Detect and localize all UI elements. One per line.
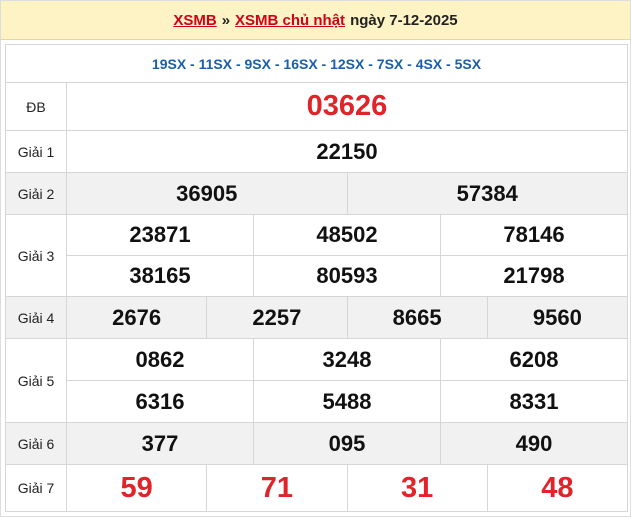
- prize-row-g2: Giải 2 36905 57384: [5, 172, 628, 215]
- prize-number: 0862: [66, 338, 254, 381]
- prize-row-g5-a: Giải 5 0862 3248 6208: [5, 338, 628, 423]
- prize-label: Giải 7: [5, 464, 67, 512]
- breadcrumb-separator: »: [221, 11, 231, 29]
- prize-number: 377: [66, 422, 254, 465]
- xsmb-link[interactable]: XSMB: [173, 12, 216, 29]
- prize-label: Giải 4: [5, 296, 67, 339]
- prize-label: Giải 2: [5, 172, 67, 215]
- results-table: 19SX - 11SX - 9SX - 16SX - 12SX - 7SX - …: [5, 44, 629, 512]
- draw-codes: 19SX - 11SX - 9SX - 16SX - 12SX - 7SX - …: [5, 44, 628, 83]
- prize-row-g3-b: 38165 80593 21798: [6, 255, 628, 297]
- prize-number: 48: [486, 464, 629, 512]
- prize-number: 59: [65, 464, 208, 512]
- prize-number: 57384: [346, 172, 628, 215]
- prize-number: 38165: [66, 255, 254, 297]
- draw-date: ngày 7-12-2025: [350, 11, 458, 29]
- prize-label: Giải 1: [5, 130, 67, 173]
- prize-number: 6316: [66, 380, 254, 423]
- results-panel: XSMB » XSMB chủ nhật ngày 7-12-2025 19SX…: [0, 0, 631, 517]
- prize-row-g4: Giải 4 2676 2257 8665 9560: [5, 296, 629, 339]
- prize-number: 490: [440, 422, 628, 465]
- xsmb-sunday-link[interactable]: XSMB chủ nhật: [235, 12, 345, 29]
- prize-number: 21798: [440, 255, 628, 297]
- prize-number: 9560: [486, 296, 629, 339]
- prize-number: 36905: [66, 172, 348, 215]
- prize-number: 3248: [253, 338, 441, 381]
- prize-number: 095: [253, 422, 441, 465]
- prize-number: 71: [206, 464, 348, 512]
- special-prize-number: 03626: [66, 82, 628, 131]
- prize-label: Giải 3: [5, 214, 67, 297]
- prize-number: 80593: [253, 255, 441, 297]
- prize-number: 8665: [346, 296, 488, 339]
- prize-row-db: ĐB 03626: [5, 82, 628, 131]
- prize-row-g5-b: 6316 5488 8331: [6, 380, 628, 423]
- codes-row: 19SX - 11SX - 9SX - 16SX - 12SX - 7SX - …: [5, 44, 628, 83]
- prize-row-g1: Giải 1 22150: [5, 130, 628, 173]
- results-header: XSMB » XSMB chủ nhật ngày 7-12-2025: [1, 1, 630, 40]
- prize-number: 48502: [253, 214, 441, 256]
- prize-number: 23871: [66, 214, 254, 256]
- prize-number: 5488: [253, 380, 441, 423]
- prize-row-g7: Giải 7 59 71 31 48: [5, 464, 629, 512]
- prize-number: 2676: [65, 296, 208, 339]
- prize-number: 31: [346, 464, 488, 512]
- prize-number: 78146: [440, 214, 628, 256]
- prize-label: Giải 5: [5, 338, 67, 423]
- prize-label: ĐB: [5, 82, 67, 131]
- prize-row-g3-a: Giải 3 23871 48502 78146: [5, 214, 628, 297]
- prize-number: 6208: [440, 338, 628, 381]
- prize-row-g6: Giải 6 377 095 490: [5, 422, 628, 465]
- prize-number: 8331: [440, 380, 628, 423]
- prize-label: Giải 6: [5, 422, 67, 465]
- prize-number: 2257: [206, 296, 348, 339]
- prize-number: 22150: [66, 130, 628, 173]
